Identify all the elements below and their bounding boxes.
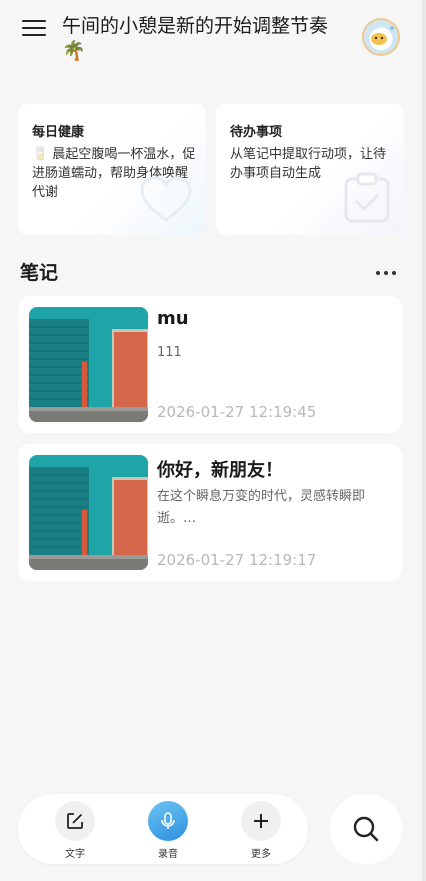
note-card[interactable]: 你好，新朋友！ 在这个瞬息万变的时代，灵感转瞬即逝。… 2026-01-27 1…	[18, 444, 402, 581]
edit-icon	[67, 813, 83, 829]
more-create-button[interactable]: 更多	[240, 801, 282, 860]
daily-health-card[interactable]: 每日健康 🥛 晨起空腹喝一杯温水，促进肠道蠕动，帮助身体唤醒代谢	[18, 104, 206, 235]
greeting-text: 午间的小憩是新的开始调整节奏🌴	[62, 15, 329, 62]
record-label: 录音	[158, 849, 178, 860]
note-title: mu	[157, 308, 189, 329]
note-thumbnail	[29, 307, 148, 422]
plus-icon	[254, 814, 268, 828]
more-label: 更多	[251, 849, 271, 860]
note-preview: 在这个瞬息万变的时代，灵感转瞬即逝。…	[157, 489, 366, 526]
clipboard-check-icon	[344, 172, 390, 223]
note-thumbnail	[29, 455, 148, 570]
avatar[interactable]	[362, 18, 400, 56]
note-preview: 111	[157, 345, 182, 360]
note-card[interactable]: mu 111 2026-01-27 12:19:45	[18, 296, 402, 433]
note-date: 2026-01-27 12:19:45	[157, 403, 317, 421]
text-note-button[interactable]: 文字	[54, 801, 96, 860]
note-title: 你好，新朋友！	[157, 460, 283, 481]
card-title: 待办事项	[230, 125, 283, 140]
more-options-icon[interactable]	[376, 260, 400, 276]
bottom-toolbar: 文字 录音 更多	[18, 794, 308, 864]
search-button[interactable]	[330, 794, 402, 864]
heart-icon	[140, 176, 192, 222]
text-note-label: 文字	[65, 849, 85, 860]
menu-icon[interactable]	[22, 20, 46, 40]
window-edge	[422, 0, 426, 881]
card-title: 每日健康	[32, 125, 85, 140]
search-icon	[353, 816, 379, 842]
notes-section-title: 笔记	[20, 262, 59, 284]
microphone-icon	[161, 812, 175, 829]
note-date: 2026-01-27 12:19:17	[157, 551, 317, 569]
todo-card[interactable]: 待办事项 从笔记中提取行动项，让待办事项自动生成	[216, 104, 404, 235]
record-button[interactable]: 录音	[147, 801, 189, 860]
